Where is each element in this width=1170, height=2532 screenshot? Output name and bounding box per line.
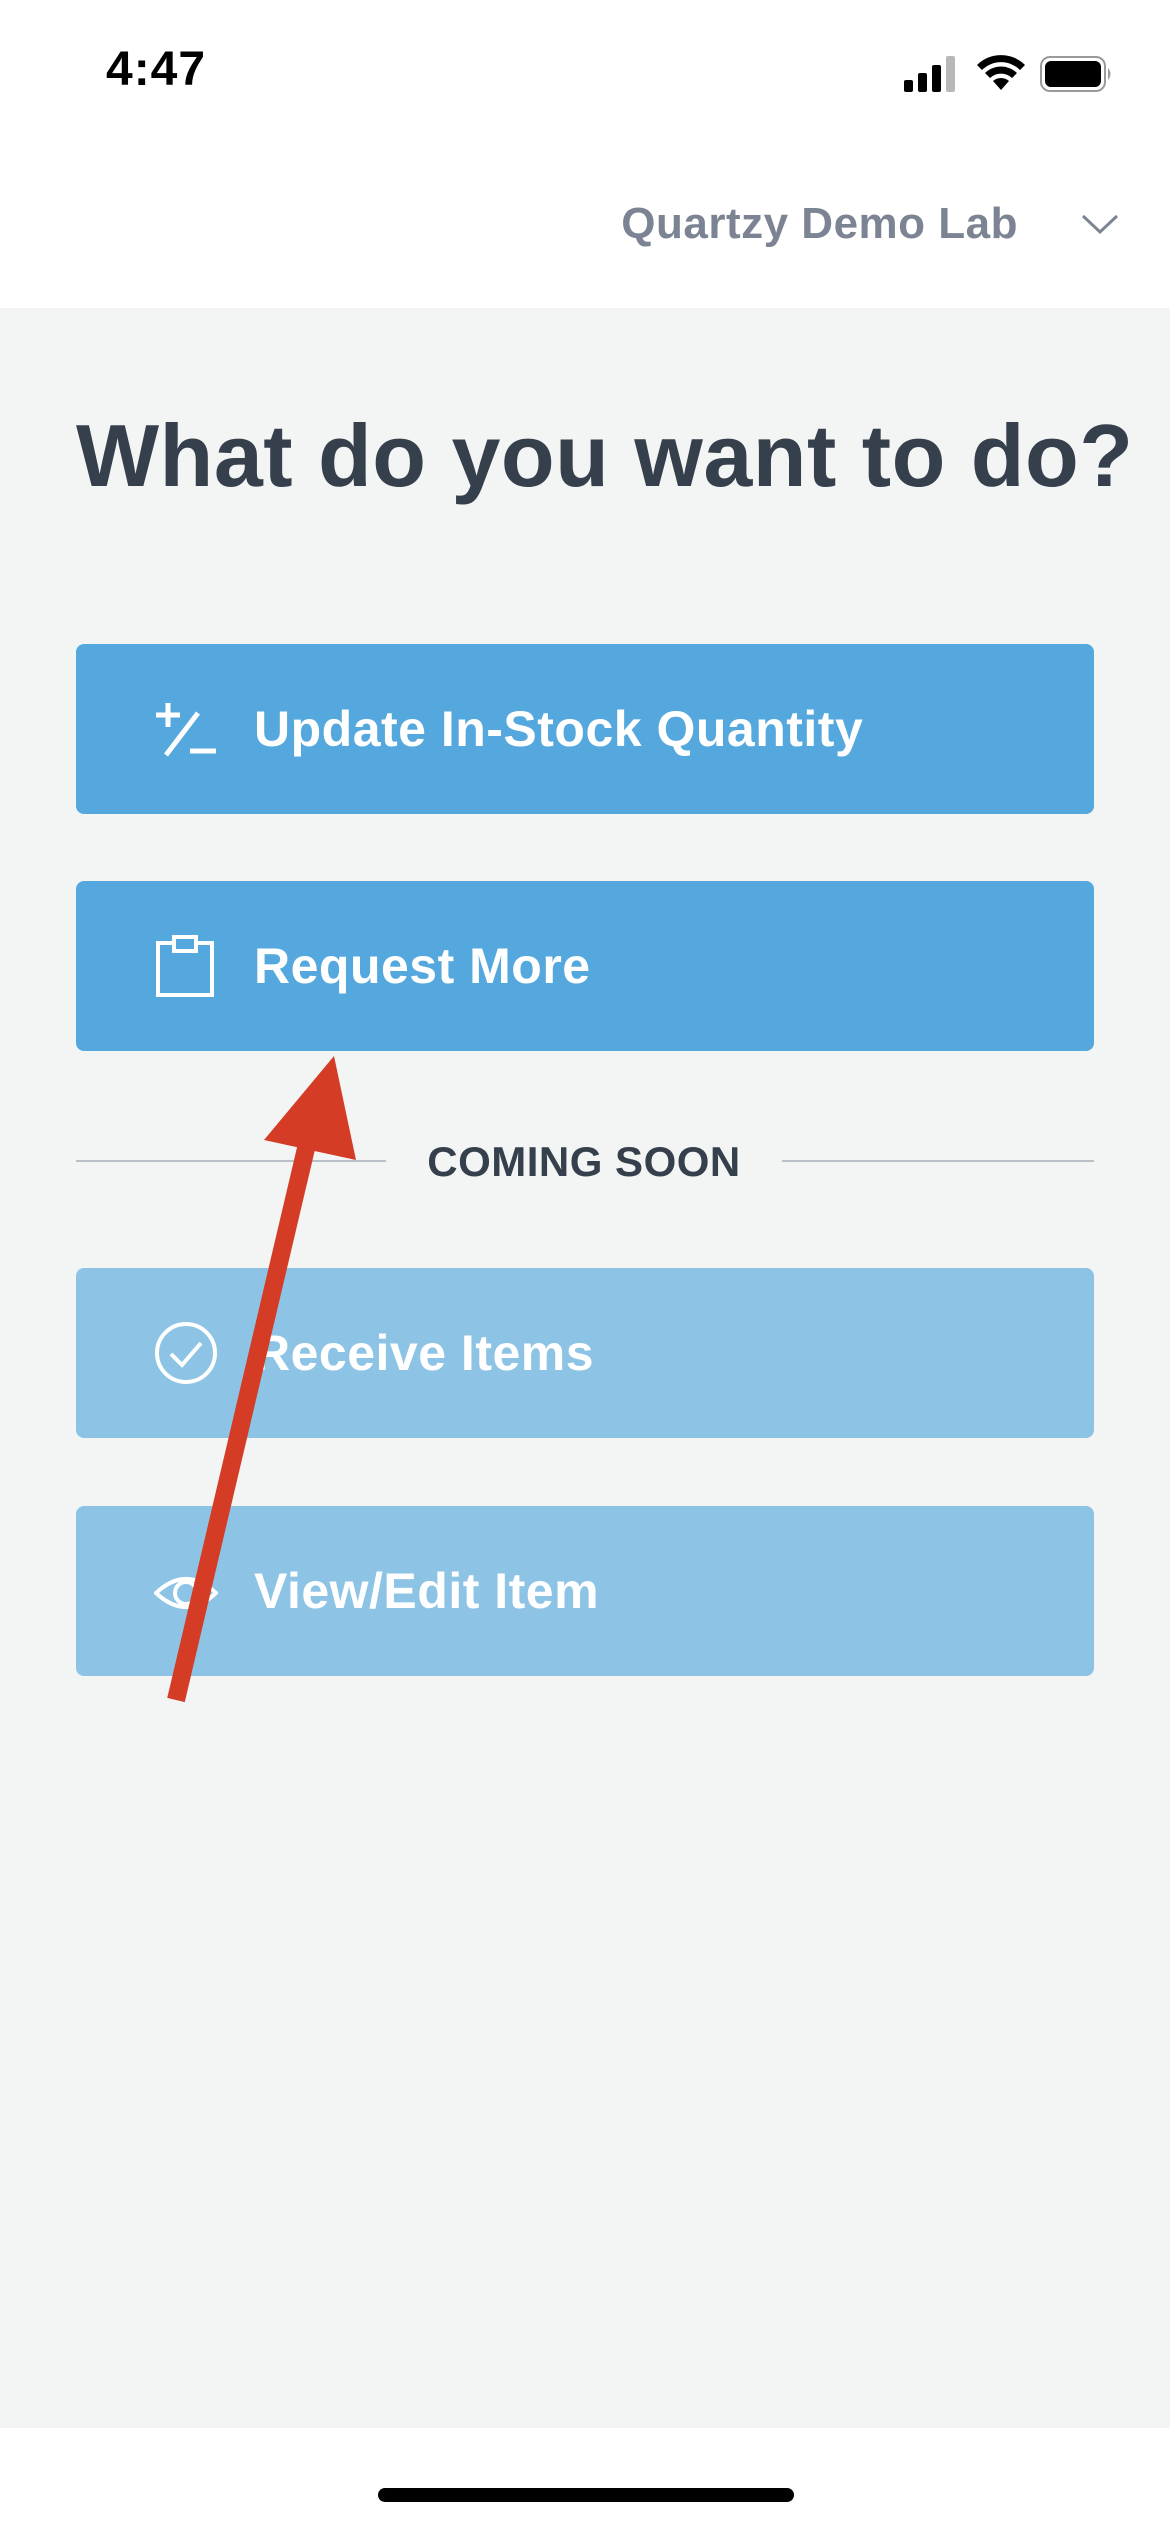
view-edit-item-button[interactable]: View/Edit Item bbox=[76, 1506, 1094, 1676]
request-more-label: Request More bbox=[254, 938, 591, 994]
coming-soon-divider: COMING SOON bbox=[76, 1122, 1094, 1202]
update-in-stock-quantity-label: Update In-Stock Quantity bbox=[254, 701, 864, 757]
wifi-icon bbox=[977, 55, 1025, 90]
coming-soon-label: COMING SOON bbox=[427, 1138, 741, 1185]
request-more-button[interactable]: Request More bbox=[76, 881, 1094, 1051]
lab-selector[interactable]: Quartzy Demo Lab bbox=[621, 184, 1120, 264]
receive-items-button[interactable]: Receive Items bbox=[76, 1268, 1094, 1438]
divider-line-left bbox=[76, 1160, 386, 1162]
home-indicator[interactable] bbox=[378, 2488, 794, 2502]
receive-items-label: Receive Items bbox=[254, 1325, 595, 1381]
clipboard-icon bbox=[156, 935, 214, 997]
annotation-arrow bbox=[167, 1056, 356, 1703]
status-time: 4:47 bbox=[106, 43, 207, 96]
lab-name: Quartzy Demo Lab bbox=[621, 199, 1018, 248]
divider-line-right bbox=[782, 1160, 1094, 1162]
eye-icon bbox=[154, 1577, 218, 1609]
top-bar: 4:47 Quartzy Demo Lab bbox=[0, 0, 1170, 308]
view-edit-item-label: View/Edit Item bbox=[254, 1563, 600, 1619]
page-title: What do you want to do? bbox=[76, 406, 1134, 505]
plus-minus-icon bbox=[156, 703, 216, 757]
chevron-down-icon bbox=[1081, 214, 1119, 235]
battery-icon bbox=[1040, 56, 1111, 92]
update-in-stock-quantity-button[interactable]: Update In-Stock Quantity bbox=[76, 644, 1094, 814]
screen: 4:47 Quartzy Demo Lab What do you want t… bbox=[0, 0, 1170, 2532]
check-circle-icon bbox=[155, 1322, 217, 1384]
bottom-bar bbox=[0, 2428, 1170, 2532]
signal-icon bbox=[904, 56, 955, 92]
